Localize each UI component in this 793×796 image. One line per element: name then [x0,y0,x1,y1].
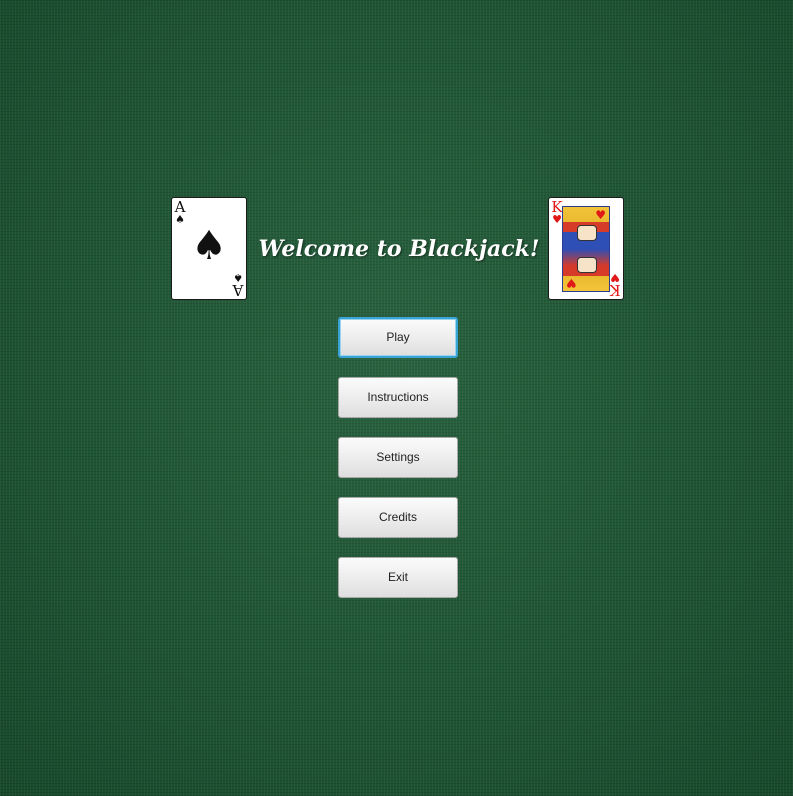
king-portrait: ♥ ♥ [562,206,610,292]
king-face-top [577,225,597,241]
settings-button[interactable]: Settings [338,437,458,478]
instructions-button[interactable]: Instructions [338,377,458,418]
heart-icon: ♥ [610,271,620,284]
credits-button[interactable]: Credits [338,497,458,538]
card-corner-bottom: A ♠ [231,271,245,299]
welcome-title: Welcome to Blackjack! [258,236,540,262]
play-button[interactable]: Play [338,317,458,358]
king-face-bottom [577,257,597,273]
main-menu: Play Instructions Settings Credits Exit [338,317,458,617]
ace-of-spades-card: A ♠ ♠ A ♠ [171,197,247,300]
spade-icon: ♠ [175,213,185,226]
heart-icon: ♥ [595,208,606,222]
exit-button[interactable]: Exit [338,557,458,598]
heart-icon: ♥ [566,276,577,290]
card-corner-top: A ♠ [173,200,187,226]
spade-icon: ♠ [233,271,243,284]
card-rank: K [609,281,621,299]
card-rank: A [232,281,244,299]
card-corner-bottom: K ♥ [608,271,622,299]
king-of-hearts-card: K ♥ ♥ ♥ K ♥ [548,197,624,300]
spade-icon: ♠ [191,223,227,269]
